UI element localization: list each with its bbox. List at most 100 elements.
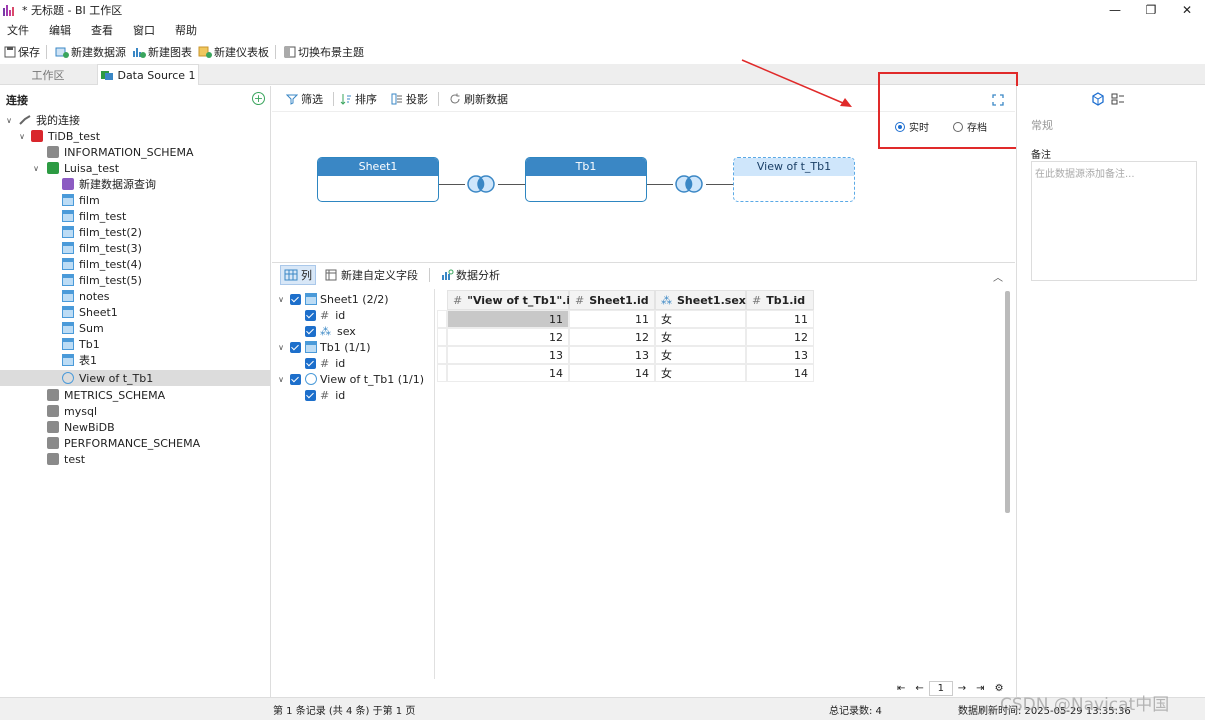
tree-item-sheet1[interactable]: Sheet1 [62,304,118,320]
join-icon[interactable] [672,174,706,194]
sort-button[interactable]: 排序 [340,91,377,107]
next-page-icon[interactable]: → [958,683,966,694]
table-cell[interactable]: 11 [569,310,655,328]
checkbox[interactable] [305,309,316,321]
expand-icon[interactable] [992,94,1004,106]
tab-data-source-1[interactable]: Data Source 1 [97,64,199,85]
checkbox[interactable] [305,389,316,401]
project-button[interactable]: 投影 [391,91,428,107]
analysis-button[interactable]: 数据分析 [438,265,503,285]
filter-button[interactable]: 筛选 [286,91,323,107]
tree-item-information-schema[interactable]: INFORMATION_SCHEMA [47,144,194,160]
radio-selected-icon[interactable] [895,121,905,132]
tree-item-test[interactable]: test [47,451,85,467]
table-cell[interactable]: 13 [447,346,569,364]
refresh-button[interactable]: 刷新数据 [449,91,508,107]
chevron-down-icon[interactable]: ∨ [4,116,14,125]
join-icon[interactable] [464,174,498,194]
tree-item-new-query[interactable]: 新建数据源查询 [62,176,156,192]
tree-item-notes[interactable]: notes [62,288,110,304]
field-group-view[interactable]: ∨ View of t_Tb1 (1/1) [276,371,424,387]
field-group-sheet1[interactable]: ∨ Sheet1 (2/2) [276,291,389,307]
custom-field-button[interactable]: 新建自定义字段 [322,265,421,285]
node-sheet1[interactable]: Sheet1 [317,157,439,202]
menu-edit[interactable]: 编辑 [49,22,71,38]
tree-item-luisa-test[interactable]: ∨ Luisa_test [31,160,119,176]
prev-page-icon[interactable]: ← [915,683,923,694]
row-header[interactable] [437,310,447,328]
row-header[interactable] [437,328,447,346]
field-item[interactable]: # id [305,307,345,323]
tree-root[interactable]: ∨ 我的连接 [4,112,80,128]
columns-button[interactable]: 列 [280,265,316,285]
table-cell[interactable]: 14 [746,364,814,382]
column-header[interactable]: ⁂ Sheet1.sex [655,290,746,310]
tree-item-film-test[interactable]: film_test [62,208,126,224]
tree-item-film-test-2[interactable]: film_test(2) [62,224,142,240]
tree-item-film-test-3[interactable]: film_test(3) [62,240,142,256]
tree-connection-tidb[interactable]: ∨ TiDB_test [17,128,100,144]
table-cell[interactable]: 女 [655,328,746,346]
save-button[interactable]: 保存 [4,44,40,60]
chevron-down-icon[interactable]: ∨ [17,132,27,141]
tree-item-film-test-5[interactable]: film_test(5) [62,272,142,288]
checkbox[interactable] [290,293,301,305]
last-page-icon[interactable]: ⇥ [976,683,984,694]
switch-theme-button[interactable]: 切换布景主题 [284,44,364,60]
column-header[interactable]: # "View of t_Tb1".id [447,290,578,310]
first-page-icon[interactable]: ⇤ [897,683,905,694]
field-item[interactable]: # id [305,355,345,371]
column-header[interactable]: # Sheet1.id [569,290,655,310]
cube-icon[interactable] [1091,92,1105,106]
table-cell[interactable]: 女 [655,310,746,328]
row-header[interactable] [437,364,447,382]
tree-item-mysql[interactable]: mysql [47,403,97,419]
table-cell[interactable]: 11 [447,310,569,328]
live-radio[interactable]: 实时 [895,119,929,134]
table-cell[interactable]: 11 [746,310,814,328]
chevron-up-icon[interactable]: ︿ [993,269,1003,284]
checkbox[interactable] [305,357,316,369]
menu-view[interactable]: 查看 [91,22,113,38]
field-item[interactable]: ⁂ sex [305,323,356,339]
menu-window[interactable]: 窗口 [133,22,155,38]
checkbox[interactable] [305,325,316,337]
new-chart-button[interactable]: 新建图表 [132,44,192,60]
table-cell[interactable]: 13 [746,346,814,364]
notes-textarea[interactable]: 在此数据源添加备注... [1031,161,1197,281]
table-cell[interactable]: 12 [447,328,569,346]
minimize-button[interactable]: — [1097,0,1133,20]
table-cell[interactable]: 女 [655,364,746,382]
close-button[interactable]: ✕ [1169,0,1205,20]
field-item[interactable]: # id [305,387,345,403]
menu-file[interactable]: 文件 [7,22,29,38]
tab-general[interactable]: 常规 [1031,117,1053,133]
properties-icon[interactable] [1111,92,1125,106]
tree-item-film[interactable]: film [62,192,100,208]
field-group-tb1[interactable]: ∨ Tb1 (1/1) [276,339,370,355]
tree-item-tb1[interactable]: Tb1 [62,336,100,352]
maximize-button[interactable]: ❐ [1133,0,1169,20]
table-cell[interactable]: 12 [746,328,814,346]
new-datasource-button[interactable]: 新建数据源 [55,44,126,60]
vertical-scrollbar[interactable] [1005,291,1010,513]
checkbox[interactable] [290,373,301,385]
tree-item-sum[interactable]: Sum [62,320,104,336]
tree-item-metrics-schema[interactable]: METRICS_SCHEMA [47,387,165,403]
tree-item-performance-schema[interactable]: PERFORMANCE_SCHEMA [47,435,200,451]
tree-item-newbidb[interactable]: NewBiDB [47,419,115,435]
tree-item-film-test-4[interactable]: film_test(4) [62,256,142,272]
chevron-down-icon[interactable]: ∨ [276,343,286,352]
table-cell[interactable]: 14 [447,364,569,382]
menu-help[interactable]: 帮助 [175,22,197,38]
node-view-of-tb1[interactable]: View of t_Tb1 [733,157,855,202]
checkbox[interactable] [290,341,301,353]
row-header[interactable] [437,346,447,364]
table-cell[interactable]: 14 [569,364,655,382]
chevron-down-icon[interactable]: ∨ [276,375,286,384]
column-header[interactable]: # Tb1.id [746,290,814,310]
chevron-down-icon[interactable]: ∨ [31,164,41,173]
add-connection-button[interactable]: + [252,92,265,105]
radio-icon[interactable] [953,121,963,132]
table-cell[interactable]: 女 [655,346,746,364]
